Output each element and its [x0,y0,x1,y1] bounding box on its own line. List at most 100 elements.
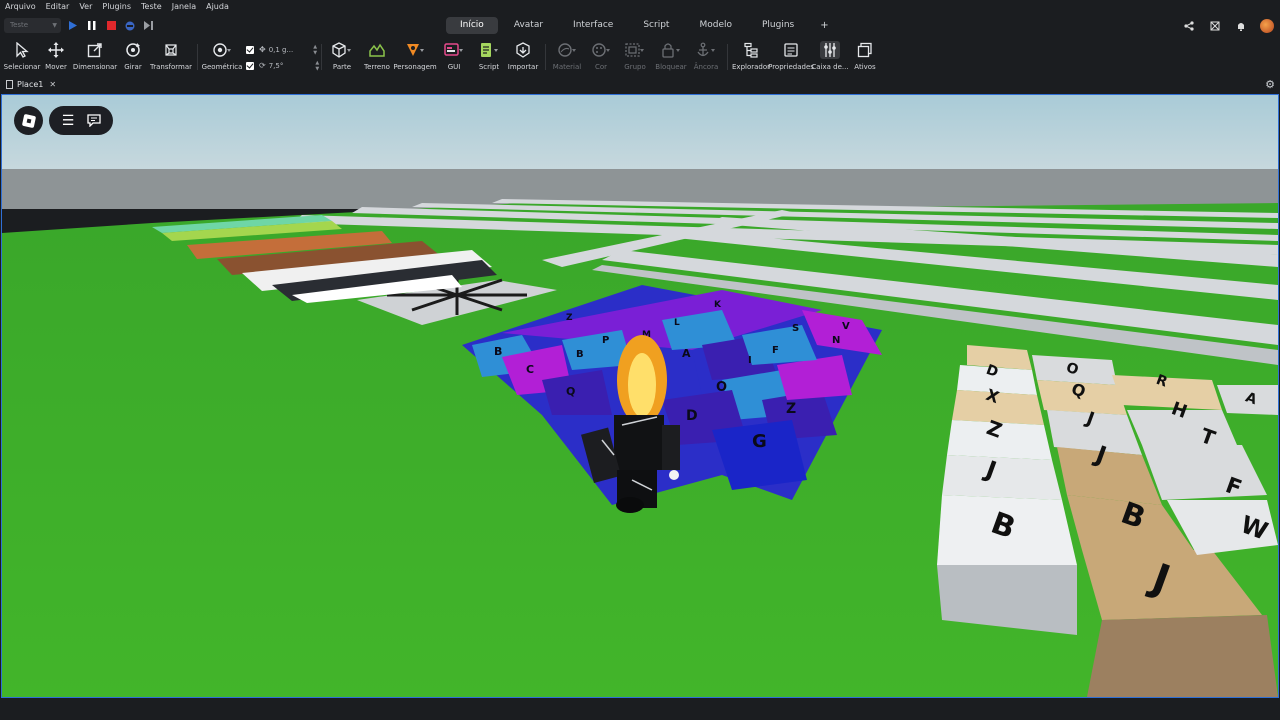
scale-tool[interactable]: Dimensionar [72,41,118,75]
spinner-icon[interactable]: ▲ ▼ [315,60,319,72]
spinner-icon[interactable]: ▲ ▼ [313,44,317,56]
anchor-tool[interactable]: Âncora [691,41,721,75]
cube-icon [332,41,352,59]
transform-icon [163,41,179,59]
rotate-snap-control[interactable]: ⟳ 7,5° ▲ ▼ [246,59,319,72]
key-letter: K [714,300,722,310]
import-tool[interactable]: Importar [507,41,539,75]
select-tool[interactable]: Selecionar [4,41,40,75]
collaborate-icon[interactable] [1208,19,1222,33]
part-tool[interactable]: Parte [326,41,358,75]
menu-ajuda[interactable]: Ajuda [201,0,234,13]
move-snap-control[interactable]: ✥ 0,1 g... ▲ ▼ [246,43,317,56]
ribbon-tabs: Início Avatar Interface Script Modelo Pl… [446,16,841,35]
document-tab[interactable]: Place1 ✕ [6,78,56,91]
share-icon[interactable] [1182,19,1196,33]
rotate-tool[interactable]: Girar [120,41,146,75]
key-letter: L [674,318,680,328]
material-tool[interactable]: Material [550,41,584,75]
key-letter: A [682,347,691,360]
properties-icon [783,41,799,59]
group-tool[interactable]: Grupo [620,41,650,75]
gui-tool[interactable]: GUI [440,41,468,75]
close-icon[interactable]: ✕ [49,80,56,89]
import-tool-label: Importar [507,63,539,71]
geometric-mode-tool[interactable]: Geométrica [202,41,242,75]
key-letter: P [602,335,609,346]
character-tool[interactable]: Personagem [393,41,437,75]
assets-button[interactable]: Ativos [852,41,878,75]
lock-icon [661,41,681,59]
explorer-button[interactable]: Explorador [732,41,770,75]
menu-arquivo[interactable]: Arquivo [0,0,41,13]
document-tab-label: Place1 [17,80,44,89]
3d-viewport[interactable]: B C Q D G Z O A P B Z N I S F V K L M B … [1,94,1279,698]
anchor-tool-label: Âncora [693,63,719,71]
key-letter: Z [566,313,573,323]
menu-ver[interactable]: Ver [74,0,97,13]
geometric-mode-label: Geométrica [201,63,243,71]
notification-bell-icon[interactable] [1234,19,1248,33]
menu-bar: Arquivo Editar Ver Plugins Teste Janela … [0,0,1280,13]
play-icon[interactable] [66,19,80,33]
step-icon[interactable] [142,19,156,33]
status-bar [0,699,1280,720]
color-tool[interactable]: Cor [586,41,616,75]
terrain-tool[interactable]: Terreno [361,41,393,75]
move-snap-checkbox[interactable] [246,45,254,54]
gui-icon [444,41,464,59]
tab-interface[interactable]: Interface [559,17,627,34]
tab-inicio[interactable]: Início [446,17,498,34]
cursor-icon [15,41,29,59]
move-tool-label: Mover [45,63,67,71]
tab-modelo[interactable]: Modelo [685,17,746,34]
ribbon-toolbar: Selecionar Mover Dimensionar Girar Trans… [0,38,1280,76]
material-tool-label: Material [552,63,582,71]
test-mode-label: Teste [10,21,29,29]
menu-teste[interactable]: Teste [136,0,167,13]
menu-editar[interactable]: Editar [41,0,75,13]
lock-tool[interactable]: Bloquear [654,41,688,75]
transform-tool[interactable]: Transformar [150,41,192,75]
rotate-snap-checkbox[interactable] [246,61,254,70]
roblox-menu-button[interactable] [14,106,43,135]
chat-icon[interactable] [85,112,103,130]
group-tool-label: Grupo [624,63,646,71]
document-tab-bar: Place1 ✕ ⚙ [0,76,1280,93]
tab-avatar[interactable]: Avatar [500,17,557,34]
stop-icon[interactable] [104,19,118,33]
gear-icon[interactable]: ⚙ [1265,78,1275,91]
properties-button[interactable]: Propriedades [768,41,814,75]
key-letter: Q [566,385,575,398]
hud-controls: ☰ [49,106,113,135]
character-tool-label: Personagem [393,63,437,71]
pause-icon[interactable] [85,19,99,33]
hamburger-menu-icon[interactable]: ☰ [59,112,77,130]
script-icon [479,41,499,59]
scale-tool-label: Dimensionar [72,63,118,71]
rotate-snap-value[interactable]: 7,5° [269,62,284,70]
sky [2,95,1278,175]
key-letter: F [772,345,779,356]
client-server-icon[interactable] [123,19,137,33]
tab-plugins[interactable]: Plugins [748,17,808,34]
rotate-snap-icon: ⟳ [259,61,266,70]
menu-janela[interactable]: Janela [167,0,201,13]
key-letter: S [792,323,799,334]
scale-icon [87,41,103,59]
toolbox-button[interactable]: Caixa de... [811,41,849,75]
script-tool[interactable]: Script [474,41,504,75]
lock-tool-label: Bloquear [655,63,687,71]
move-tool[interactable]: Mover [42,41,70,75]
test-mode-select[interactable]: Teste ▼ [4,18,61,33]
move-snap-value[interactable]: 0,1 g... [269,46,293,54]
geometric-icon [212,41,232,59]
key-letter: V [842,321,850,332]
tab-add[interactable]: + [810,17,838,34]
gui-tool-label: GUI [447,63,461,71]
character-icon [405,41,425,59]
explorer-label: Explorador [732,63,771,71]
tab-script[interactable]: Script [629,17,683,34]
menu-plugins[interactable]: Plugins [97,0,136,13]
user-avatar[interactable] [1260,18,1274,33]
